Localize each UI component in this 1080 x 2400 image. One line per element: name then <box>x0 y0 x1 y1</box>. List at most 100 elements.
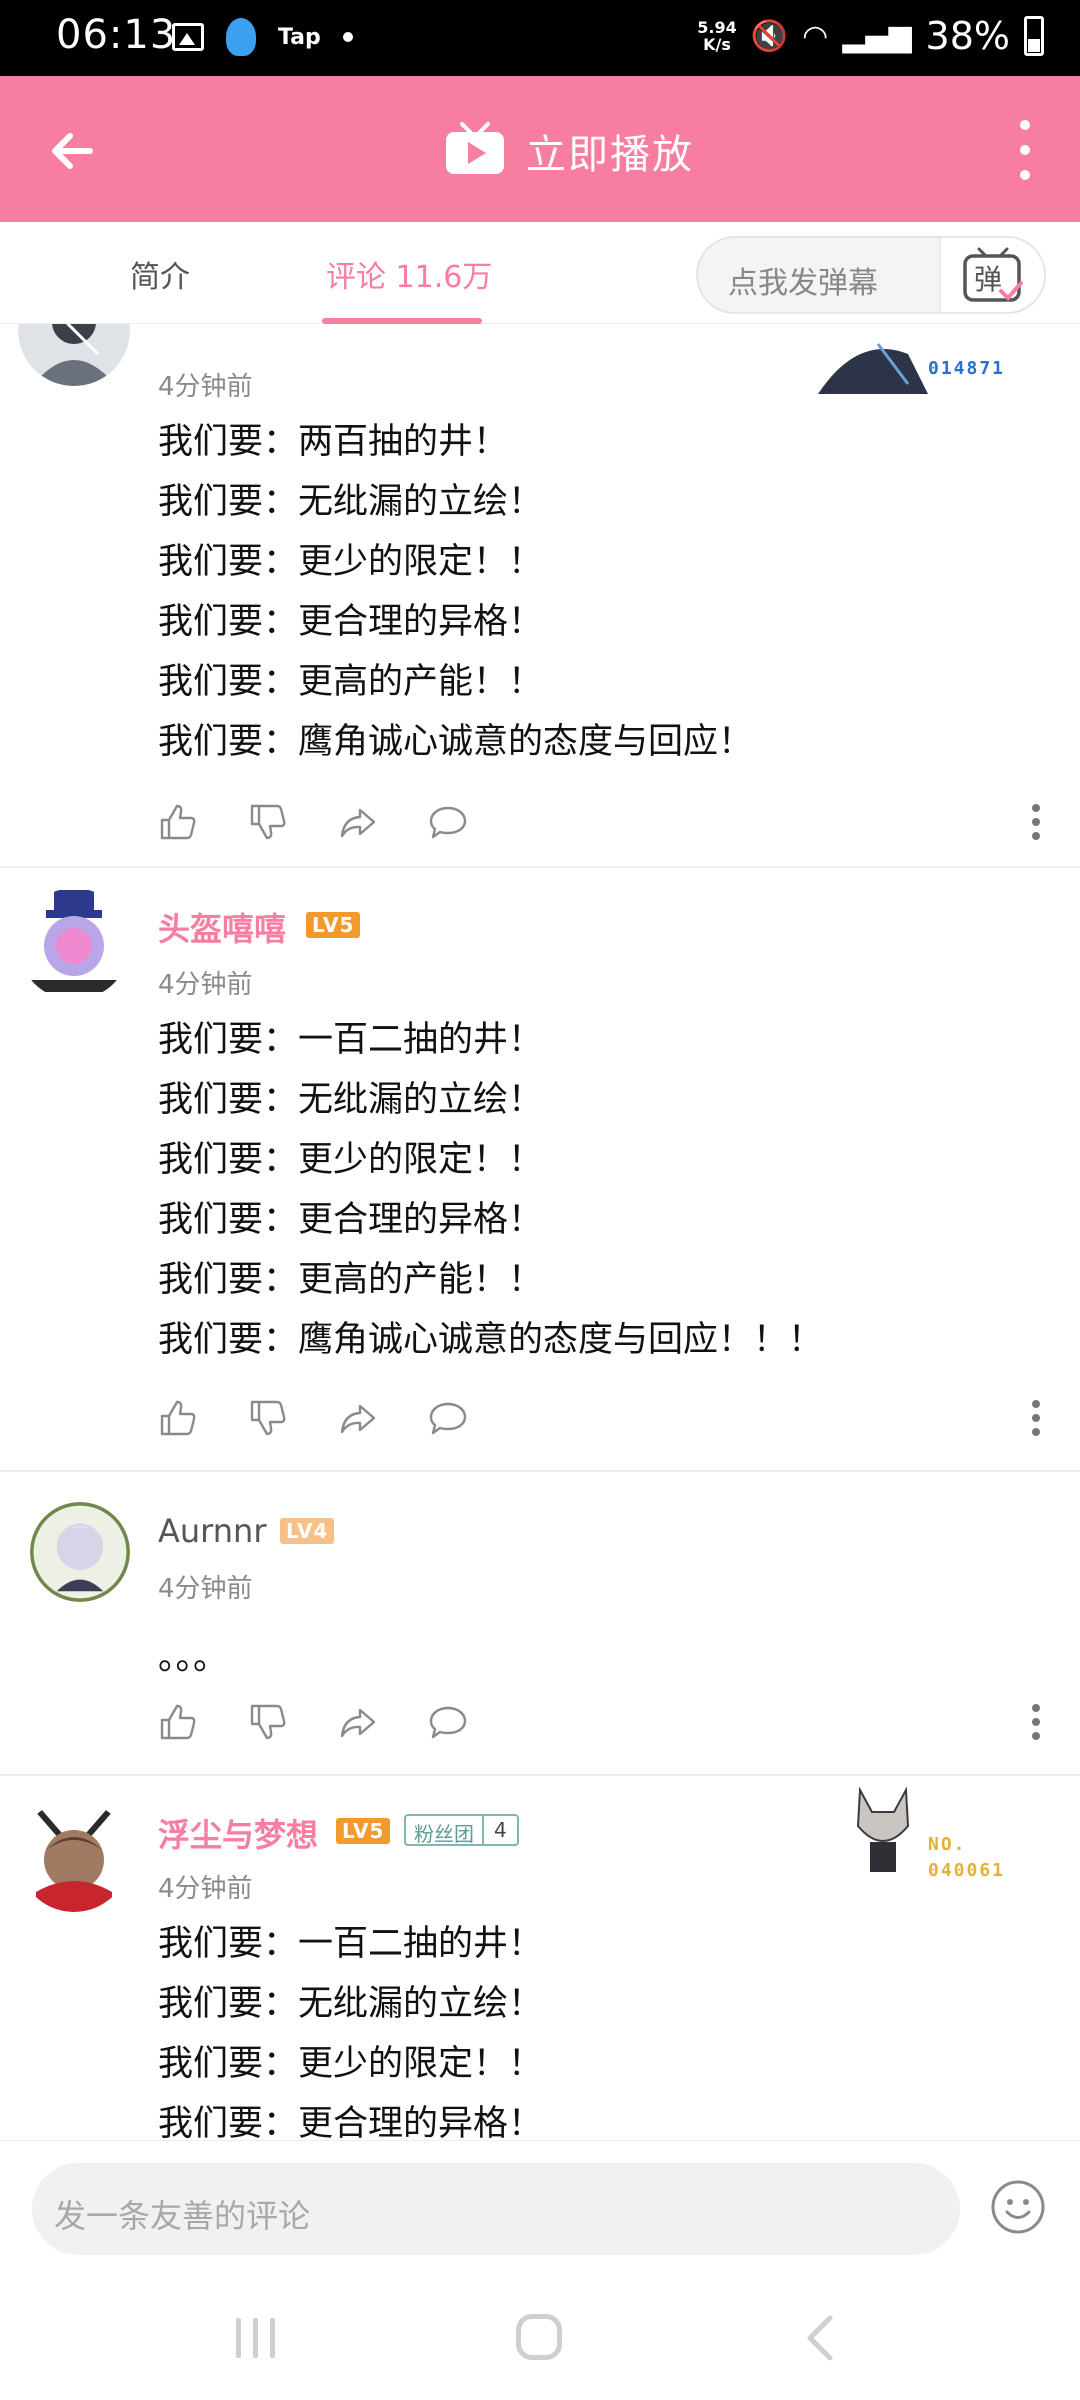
comment-content: 。。。 <box>158 1628 228 1688</box>
danmaku-placeholder: 点我发弹幕 <box>728 266 878 301</box>
comment-line: 我们要：无纰漏的立绘！ <box>158 482 544 522</box>
thumbs-up-icon <box>160 1704 196 1740</box>
comment-time: 4分钟前 <box>158 1874 253 1904</box>
home-button[interactable] <box>516 2314 562 2360</box>
comment-time: 4分钟前 <box>158 372 253 402</box>
fan-club-badge[interactable]: 粉丝团 4 <box>404 1814 519 1846</box>
danmaku-toggle-button[interactable]: 弹 <box>940 238 1044 312</box>
notification-dot-icon <box>342 32 353 42</box>
signal-icon: ▂▄▆ <box>842 18 912 54</box>
fan-number-badge: 040061 <box>928 1860 1006 1881</box>
comment-time: 4分钟前 <box>158 1574 253 1604</box>
comment-line: 我们要：更少的限定！！ <box>158 542 544 582</box>
comment-line: 我们要：两百抽的井！ <box>158 422 509 462</box>
avatar[interactable] <box>18 324 130 386</box>
gallery-icon <box>172 23 204 51</box>
comment-line: 我们要：更合理的异格！ <box>158 1200 544 1240</box>
recent-bar-icon <box>236 2318 241 2358</box>
avatar-pendant-decoration <box>848 1786 918 1876</box>
network-speed-unit: K/s <box>703 35 731 54</box>
level-badge: LV5 <box>306 912 361 938</box>
comment-line: 我们要：一百二抽的井！ <box>158 1924 544 1964</box>
avatar[interactable] <box>18 1800 130 1912</box>
comment-item: 4分钟前 014871 我们要：两百抽的井！ 我们要：无纰漏的立绘！ 我们要：更… <box>0 324 1080 868</box>
comment-time: 4分钟前 <box>158 970 253 1000</box>
dislike-button[interactable] <box>248 1702 288 1742</box>
comment-content: 我们要：两百抽的井！ 我们要：无纰漏的立绘！ 我们要：更少的限定！！ 我们要：更… <box>158 412 753 772</box>
comment-more-button[interactable] <box>1032 1400 1042 1436</box>
comment-line: 我们要：鹰角诚心诚意的态度与回应！ <box>158 722 754 762</box>
more-options-button[interactable] <box>1010 120 1040 180</box>
system-nav-bar <box>0 2280 1080 2400</box>
fan-number-badge: 014871 <box>928 358 1006 379</box>
comment-line: 我们要：更合理的异格！ <box>158 2104 544 2140</box>
network-speed-value: 5.94 <box>697 18 737 37</box>
comment-feed[interactable]: 4分钟前 014871 我们要：两百抽的井！ 我们要：无纰漏的立绘！ 我们要：更… <box>0 324 1080 2140</box>
comment-more-button[interactable] <box>1032 1704 1042 1740</box>
danmaku-input[interactable]: 点我发弹幕 弹 <box>696 236 1046 314</box>
avatar[interactable] <box>18 888 130 1000</box>
smiley-face-icon <box>991 2180 1045 2234</box>
recent-apps-button[interactable] <box>236 2318 275 2358</box>
comment-actions <box>158 1398 468 1438</box>
fan-club-name: 粉丝团 <box>406 1816 484 1846</box>
tab-intro[interactable]: 简介 <box>130 252 190 296</box>
level-badge: LV4 <box>280 1518 335 1544</box>
comment-line: 我们要：一百二抽的井！ <box>158 1020 544 1060</box>
comment-item: 浮尘与梦想 LV5 粉丝团 4 NO. 040061 4分钟前 我们要：一百二抽… <box>0 1776 1080 2140</box>
chevron-left-icon <box>807 2315 833 2361</box>
thumbs-down-icon <box>250 1400 286 1436</box>
back-button[interactable] <box>40 116 110 186</box>
comment-line: 我们要：鹰角诚心诚意的态度与回应！！！ <box>158 1320 824 1360</box>
username[interactable]: 头盔嘻嘻 <box>158 904 286 950</box>
reply-button[interactable] <box>428 1398 468 1438</box>
like-button[interactable] <box>158 1398 198 1438</box>
fan-number-prefix: NO. <box>928 1834 967 1855</box>
tap-app-label: Tap <box>278 24 321 50</box>
tv-play-icon <box>444 120 506 182</box>
play-now-button[interactable]: 立即播放 <box>444 120 694 182</box>
tab-bar: 简介 评论 11.6万 点我发弹幕 弹 <box>0 222 1080 324</box>
comment-line: 我们要：更少的限定！！ <box>158 1140 544 1180</box>
dislike-button[interactable] <box>248 802 288 842</box>
share-button[interactable] <box>338 1702 378 1742</box>
status-system-icons: 5.94 K/s 🔇 ◠ ▂▄▆ 38% <box>697 14 1044 58</box>
emoji-button[interactable] <box>990 2179 1046 2235</box>
thumbs-down-icon <box>250 804 286 840</box>
battery-percent: 38% <box>925 14 1010 58</box>
level-badge: LV5 <box>336 1818 391 1844</box>
comment-content: 我们要：一百二抽的井！ 我们要：无纰漏的立绘！ 我们要：更少的限定！！ 我们要：… <box>158 1010 823 1370</box>
like-button[interactable] <box>158 1702 198 1742</box>
comment-input-placeholder: 发一条友善的评论 <box>54 2197 311 2235</box>
share-button[interactable] <box>338 802 378 842</box>
avatar[interactable] <box>30 1502 130 1602</box>
more-dot-icon <box>1020 145 1030 155</box>
comment-input[interactable]: 发一条友善的评论 <box>32 2163 960 2255</box>
comment-line: 我们要：更高的产能！！ <box>158 1260 544 1300</box>
system-back-button[interactable] <box>800 2314 840 2362</box>
header-title: 立即播放 <box>526 132 694 178</box>
thumbs-up-icon <box>160 1400 196 1436</box>
reply-button[interactable] <box>428 802 468 842</box>
dislike-button[interactable] <box>248 1398 288 1438</box>
reply-button[interactable] <box>428 1702 468 1742</box>
comment-line: 。。。 <box>158 1638 229 1678</box>
comment-line: 我们要：无纰漏的立绘！ <box>158 1984 544 2024</box>
username[interactable]: 浮尘与梦想 <box>158 1810 318 1856</box>
comment-item: Aurnnr LV4 4分钟前 。。。 <box>0 1472 1080 1776</box>
tab-comments[interactable]: 评论 11.6万 <box>326 252 492 296</box>
share-button[interactable] <box>338 1398 378 1438</box>
speech-bubble-icon <box>429 1706 467 1739</box>
recent-bar-icon <box>253 2318 258 2358</box>
avatar-pendant-decoration <box>818 324 928 394</box>
battery-icon <box>1024 16 1044 56</box>
username[interactable]: Aurnnr <box>158 1512 266 1550</box>
comment-line: 我们要：更少的限定！！ <box>158 2044 544 2084</box>
thumbs-up-icon <box>160 804 196 840</box>
like-button[interactable] <box>158 802 198 842</box>
share-arrow-icon <box>340 808 376 838</box>
comment-actions <box>158 1702 468 1742</box>
status-time: 06:13 <box>56 12 177 58</box>
mute-icon: 🔇 <box>750 18 789 54</box>
comment-more-button[interactable] <box>1032 804 1042 840</box>
